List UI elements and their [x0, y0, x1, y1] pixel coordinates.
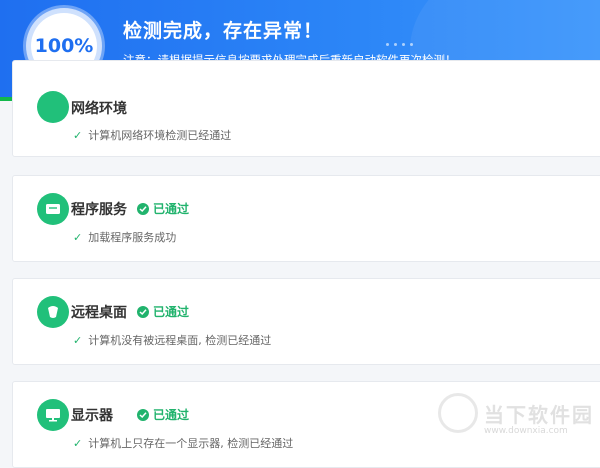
check-icon: ✓	[73, 436, 83, 450]
status-check-icon	[137, 408, 149, 421]
status-check-icon	[137, 202, 149, 215]
check-icon: ✓	[73, 230, 83, 244]
status-badge: 已通过	[137, 200, 189, 217]
remote-desktop-icon	[37, 296, 69, 328]
service-icon	[37, 193, 69, 225]
watermark-logo-icon	[438, 393, 478, 433]
check-title: 程序服务	[71, 202, 127, 218]
check-detail: ✓ 计算机上只存在一个显示器, 检测已经通过	[73, 436, 294, 451]
check-card-remote: 远程桌面 已通过 ✓ 计算机没有被远程桌面, 检测已经通过	[12, 278, 600, 365]
check-detail: ✓ 计算机网络环境检测已经通过	[73, 128, 232, 143]
check-title: 显示器	[71, 408, 113, 424]
check-detail: ✓ 计算机没有被远程桌面, 检测已经通过	[73, 333, 272, 348]
check-title: 远程桌面	[71, 305, 127, 321]
check-card-network: 网络环境 ✓ 计算机网络环境检测已经通过	[12, 60, 600, 157]
check-icon: ✓	[73, 333, 83, 347]
check-detail: ✓ 加载程序服务成功	[73, 230, 177, 245]
network-icon	[37, 91, 69, 123]
check-icon: ✓	[73, 128, 83, 142]
dots-decoration	[386, 43, 413, 46]
status-check-icon	[137, 305, 149, 318]
check-card-service: 程序服务 已通过 ✓ 加载程序服务成功	[12, 175, 600, 262]
check-title: 网络环境	[71, 101, 127, 117]
status-badge: 已通过	[137, 303, 189, 320]
watermark-url: www.downxia.com	[484, 426, 568, 436]
status-badge: 已通过	[137, 406, 189, 423]
result-title: 检测完成，存在异常！	[123, 20, 324, 42]
monitor-icon	[37, 399, 69, 431]
